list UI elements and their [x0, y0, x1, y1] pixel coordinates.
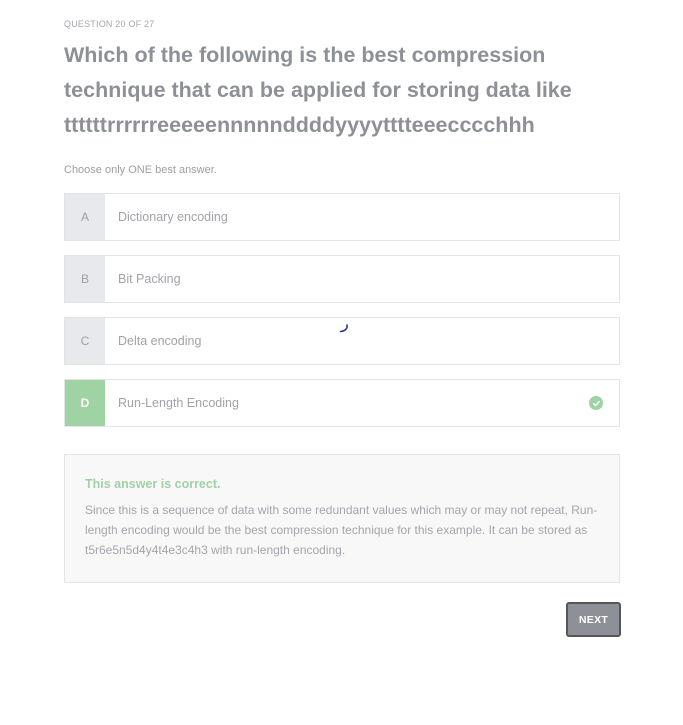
option-d[interactable]: D Run-Length Encoding	[64, 379, 620, 427]
option-label: Delta encoding	[118, 334, 202, 348]
option-label: Dictionary encoding	[118, 210, 228, 224]
next-button[interactable]: NEXT	[566, 602, 621, 637]
feedback-title: This answer is correct.	[85, 477, 221, 491]
option-letter: D	[65, 380, 105, 426]
option-label: Run-Length Encoding	[118, 396, 239, 410]
feedback-panel: This answer is correct. Since this is a …	[64, 454, 620, 583]
feedback-explanation: Since this is a sequence of data with so…	[85, 503, 598, 557]
question-text: Which of the following is the best compr…	[64, 43, 572, 137]
option-a[interactable]: A Dictionary encoding	[64, 193, 620, 241]
option-letter: B	[65, 256, 105, 302]
option-letter: C	[65, 318, 105, 364]
option-label: Bit Packing	[118, 272, 181, 286]
loading-spinner-icon	[339, 324, 348, 333]
option-b[interactable]: B Bit Packing	[64, 255, 620, 303]
check-circle-icon	[589, 396, 603, 410]
option-letter: A	[65, 194, 105, 240]
answer-options: A Dictionary encoding B Bit Packing C De…	[64, 193, 620, 441]
question-counter: QUESTION 20 OF 27	[64, 19, 155, 29]
answer-instruction: Choose only ONE best answer.	[64, 164, 217, 176]
